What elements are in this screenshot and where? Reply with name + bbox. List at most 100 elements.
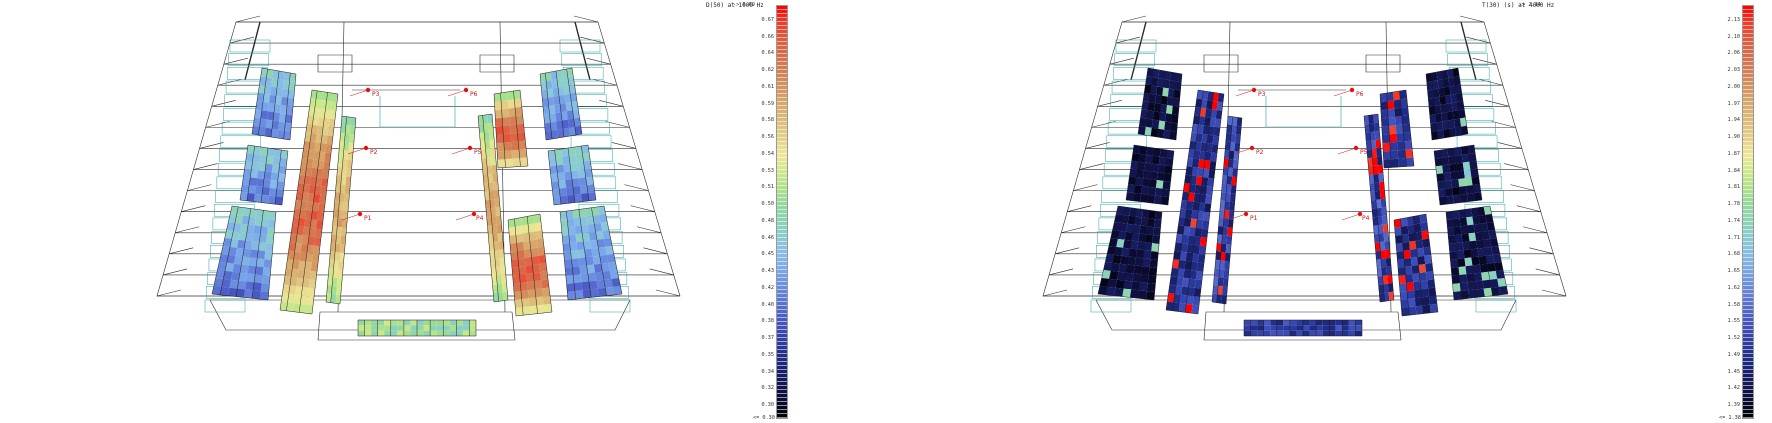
receiver-cell [1434,157,1443,167]
receiver-cell [1454,147,1462,156]
receiver-cell [1244,330,1251,336]
receiver-cell [377,320,385,326]
measurement-points: P3 P6 P2 P5 P1 P4 [341,87,484,222]
receiver-cell [469,325,476,331]
receiver-cell [443,330,450,336]
receiver-cell [581,224,589,234]
receiver-cell [508,218,516,228]
receiver-cell [1276,325,1284,331]
colorbar-tick-label: 0.50 [761,201,775,208]
receiver-cell [570,162,578,172]
receiver-cell [540,73,547,83]
receiver-cell [1151,163,1159,173]
receiver-cell [1140,193,1148,203]
receiver-cell [1394,107,1402,117]
receiver-cell [423,320,431,326]
receiver-cell [1387,108,1395,118]
receiver-cell [1399,283,1407,292]
receiver-cell [254,217,263,227]
receiver-cell [280,105,287,115]
receiver-cell [1455,154,1463,164]
receiver-cell [1404,149,1414,159]
receiver-cell [511,149,520,159]
seat-block-right-lower [559,205,623,301]
receiver-cell [582,289,592,299]
receiver-cell [1426,81,1433,91]
receiver-cell [1425,263,1433,273]
receiver-cell [566,186,574,196]
column [244,21,261,81]
rib-end [1497,142,1522,149]
receiver-cell [1335,325,1343,331]
receiver-cell [548,150,556,159]
receiver-cell [1459,274,1468,284]
colorbar-tick-label: 1.87 [1727,150,1741,157]
receiver-cell [1453,291,1462,300]
receiver-cell [1460,193,1468,203]
receiver-cell [1191,304,1199,314]
receiver-cell [305,304,313,314]
receiver-cell [511,258,519,268]
receiver-cell [520,282,528,292]
receiver-cell [1167,88,1175,98]
receiver-cell [1157,164,1166,174]
receiver-cell [534,222,542,232]
receiver-cell [1448,155,1456,165]
colorbar-tick-label: 1.55 [1727,318,1741,325]
receiver-cell [1424,254,1432,264]
colorbar-tick-label: 0.40 [761,301,775,308]
receiver-cell [542,295,551,305]
rib-end [1529,247,1554,255]
receiver-cell [275,188,284,198]
receiver-cell [1407,224,1415,234]
receiver-cell [1467,224,1475,234]
colorbar-tick-label: 0.62 [761,67,775,74]
colorbar-tick-label: 1.42 [1727,385,1741,392]
receiver-cell [1395,124,1404,134]
receiver-cell [1257,320,1264,326]
receiver-cell [575,233,584,243]
rib-end [637,226,662,234]
receiver-cell [1473,272,1483,282]
colorbar-tick-label: 1.94 [1727,117,1741,124]
receiver-cell [462,325,470,331]
receiver-cell [543,106,550,116]
receiver-cell [430,320,437,326]
receiver-cell [1451,275,1460,284]
receiver-cell [1395,234,1403,244]
receiver-cell [495,117,503,127]
measurement-point-marker [1349,87,1355,93]
receiver-cell [240,192,249,201]
receiver-cell [249,177,258,187]
receiver-cell [550,173,559,182]
receiver-cell [561,148,569,157]
receiver-cell [1296,320,1303,326]
receiver-cell [263,259,272,268]
receiver-cell [1462,161,1471,171]
receiver-cell [1161,196,1169,205]
balcony-rail [1265,96,1342,128]
receiver-cell [541,89,548,99]
rib-end [1504,163,1529,170]
point-leader [447,89,467,97]
seat-block-right-middle [1433,144,1483,206]
seat-block-left-middle [239,144,289,206]
colorbar-tick-label: 0.61 [761,83,775,90]
receiver-cell [252,233,261,243]
receiver-cell [1135,249,1145,259]
receiver-cell [1144,162,1152,172]
rib-end [156,289,182,297]
receiver-cell [501,100,509,110]
receiver-cell [358,325,365,331]
receiver-cell [522,306,531,316]
receiver-cell [1303,330,1310,336]
receiver-cell [1126,192,1135,201]
receiver-cell [1142,178,1150,187]
receiver-cell [564,171,572,181]
rib-end [1516,205,1541,212]
receiver-cell [1158,156,1167,166]
receiver-cell [270,172,279,181]
rib-end [199,142,224,149]
receiver-cell [384,330,391,336]
receiver-cell [1316,325,1323,331]
